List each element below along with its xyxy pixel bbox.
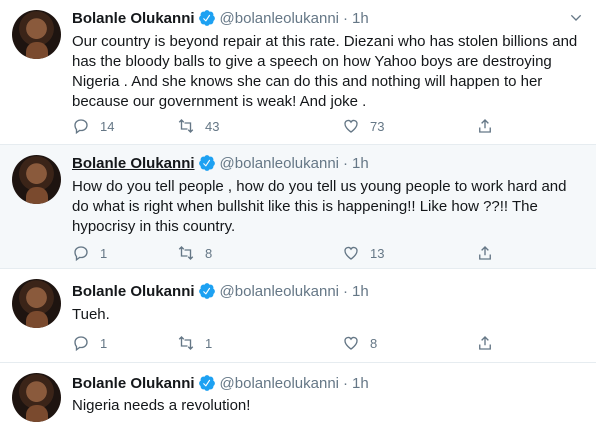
like-button[interactable]: 13 [342,243,384,263]
timestamp[interactable]: 1h [352,283,369,300]
reply-icon [74,119,88,135]
tweet-actions: 1 8 13 [72,243,502,263]
reply-button[interactable]: 1 [72,333,107,353]
retweet-icon [178,246,194,260]
tweet-actions: 14 43 73 [72,116,502,136]
reply-count: 1 [100,245,108,261]
tweet-actions: 1 1 8 [72,333,502,353]
author-handle[interactable]: @bolanleolukanni [220,283,339,300]
author-handle[interactable]: @bolanleolukanni [220,10,339,27]
tweet-header: Bolanle Olukanni @bolanleolukanni · 1h [72,373,369,393]
reply-count: 1 [100,335,108,351]
tweet-feed: Bolanle Olukanni @bolanleolukanni · 1h O… [0,0,596,423]
author-name[interactable]: Bolanle Olukanni [72,375,195,392]
tweet[interactable]: Bolanle Olukanni @bolanleolukanni · 1h O… [0,0,596,145]
like-count: 8 [370,335,378,351]
timestamp[interactable]: 1h [352,10,369,27]
timestamp[interactable]: 1h [352,375,369,392]
share-icon [479,336,491,350]
avatar[interactable] [12,373,61,422]
retweet-button[interactable]: 1 [177,333,212,353]
retweet-icon [178,336,194,350]
author-handle[interactable]: @bolanleolukanni [220,375,339,392]
heart-icon [344,246,358,260]
tweet-text: Nigeria needs a revolution! [72,397,251,414]
author-name[interactable]: Bolanle Olukanni [72,283,195,300]
author-name[interactable]: Bolanle Olukanni [72,10,195,27]
tweet[interactable]: Bolanle Olukanni @bolanleolukanni · 1h H… [0,145,596,269]
tweet-header: Bolanle Olukanni @bolanleolukanni · 1h [72,8,369,28]
reply-button[interactable]: 14 [72,116,114,136]
share-icon [479,119,491,133]
retweet-icon [178,119,194,133]
heart-icon [344,336,358,350]
reply-icon [74,336,88,352]
retweet-count: 1 [205,335,213,351]
avatar[interactable] [12,10,61,59]
chevron-down-icon[interactable] [568,10,584,26]
tweet-header: Bolanle Olukanni @bolanleolukanni · 1h [72,153,369,173]
author-name[interactable]: Bolanle Olukanni [72,155,195,172]
like-count: 73 [370,118,385,134]
verified-badge-icon [198,283,215,299]
separator-dot: · [343,374,349,392]
retweet-button[interactable]: 43 [177,116,219,136]
avatar[interactable] [12,155,61,204]
like-button[interactable]: 8 [342,333,377,353]
like-button[interactable]: 73 [342,116,384,136]
retweet-count: 8 [205,245,213,261]
tweet[interactable]: Bolanle Olukanni @bolanleolukanni · 1h T… [0,269,596,363]
separator-dot: · [343,154,349,172]
tweet[interactable]: Bolanle Olukanni @bolanleolukanni · 1h N… [0,363,596,423]
tweet-header: Bolanle Olukanni @bolanleolukanni · 1h [72,281,369,301]
share-button[interactable] [476,116,494,136]
retweet-count: 43 [205,118,220,134]
share-button[interactable] [476,243,494,263]
avatar[interactable] [12,279,61,328]
retweet-button[interactable]: 8 [177,243,212,263]
share-button[interactable] [476,333,494,353]
verified-badge-icon [198,155,215,171]
like-count: 13 [370,245,385,261]
reply-button[interactable]: 1 [72,243,107,263]
verified-badge-icon [198,375,215,391]
separator-dot: · [343,282,349,300]
share-icon [479,246,491,260]
verified-badge-icon [198,10,215,26]
reply-icon [74,246,88,262]
tweet-text: Tueh. [72,306,110,323]
timestamp[interactable]: 1h [352,155,369,172]
separator-dot: · [343,9,349,27]
heart-icon [344,119,358,133]
tweet-text: How do you tell people , how do you tell… [72,178,567,235]
tweet-text: Our country is beyond repair at this rat… [72,33,578,110]
reply-count: 14 [100,118,115,134]
author-handle[interactable]: @bolanleolukanni [220,155,339,172]
